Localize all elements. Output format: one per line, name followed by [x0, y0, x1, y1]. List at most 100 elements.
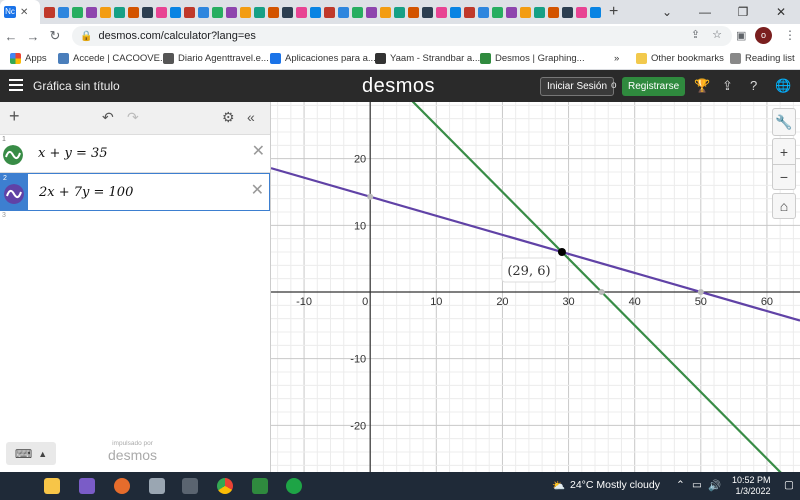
- tab-favicon[interactable]: [184, 6, 195, 18]
- tab-favicon[interactable]: [352, 6, 363, 18]
- add-item-icon[interactable]: +: [9, 106, 20, 127]
- tab-favicon[interactable]: [198, 6, 209, 18]
- tab-favicon[interactable]: [590, 6, 601, 18]
- address-bar[interactable]: 🔒 desmos.com/calculator?lang=es ⇪ ☆: [72, 26, 732, 46]
- expression-row[interactable]: 1 x + y = 35 ✕: [0, 135, 270, 173]
- tab-favicon[interactable]: [296, 6, 307, 18]
- tab-favicon[interactable]: [310, 6, 321, 18]
- tab-favicon[interactable]: [58, 6, 69, 18]
- maximize-button[interactable]: ❐: [724, 0, 762, 24]
- browser-menu-icon[interactable]: ⋮: [784, 28, 796, 42]
- taskbar-clock[interactable]: 10:52 PM 1/3/2022: [732, 475, 771, 497]
- reload-icon[interactable]: ↻: [44, 28, 66, 44]
- reading-list[interactable]: Reading list: [730, 53, 795, 64]
- calculator-icon[interactable]: [182, 478, 198, 494]
- tab-favicon[interactable]: [366, 6, 377, 18]
- tab-favicon[interactable]: [506, 6, 517, 18]
- tab-favicon[interactable]: [86, 6, 97, 18]
- tab-favicon[interactable]: [100, 6, 111, 18]
- forward-icon[interactable]: →: [22, 29, 44, 44]
- network-icon[interactable]: ▭: [692, 479, 702, 491]
- zoom-out-button[interactable]: −: [773, 165, 795, 190]
- share-icon[interactable]: ⇪: [722, 78, 733, 94]
- graph-svg[interactable]: -10 0 10 20 30 40 50 60 -20 -10 10 20 (29, 6): [271, 102, 800, 472]
- keyboard-toggle-button[interactable]: ⌨ ▲: [6, 442, 56, 465]
- back-icon[interactable]: ←: [0, 29, 22, 44]
- tab-favicon[interactable]: [464, 6, 475, 18]
- tab-favicon[interactable]: [408, 6, 419, 18]
- bookmark-apps[interactable]: Apps: [10, 53, 47, 64]
- tab-favicon[interactable]: [44, 6, 55, 18]
- home-icon[interactable]: ⌂: [772, 193, 796, 219]
- tab-favicon[interactable]: [240, 6, 251, 18]
- minimize-button[interactable]: —: [686, 0, 724, 24]
- graph-canvas[interactable]: -10 0 10 20 30 40 50 60 -20 -10 10 20 (29, 6) 🔧 + − …: [271, 102, 800, 472]
- tab-favicon[interactable]: [562, 6, 573, 18]
- tab-favicon[interactable]: [338, 6, 349, 18]
- tab-favicon[interactable]: [576, 6, 587, 18]
- chevron-down-icon[interactable]: ⌄: [648, 0, 686, 24]
- bookmark-item[interactable]: Yaam - Strandbar a...: [375, 53, 480, 64]
- url-text[interactable]: desmos.com/calculator?lang=es: [98, 30, 255, 42]
- app-icon[interactable]: [252, 478, 268, 494]
- tab-favicon[interactable]: [380, 6, 391, 18]
- tab-favicon[interactable]: [324, 6, 335, 18]
- active-tab[interactable]: Nc ✕: [0, 0, 40, 24]
- share-icon[interactable]: ⇪: [691, 28, 700, 41]
- tab-favicon[interactable]: [212, 6, 223, 18]
- close-window-button[interactable]: ✕: [762, 0, 800, 24]
- tab-favicon[interactable]: [534, 6, 545, 18]
- collapse-panel-icon[interactable]: «: [247, 109, 255, 125]
- graph-color-toggle-icon[interactable]: [3, 145, 23, 165]
- tab-favicon[interactable]: [548, 6, 559, 18]
- media-player-icon[interactable]: [79, 478, 95, 494]
- settings-gear-icon[interactable]: ⚙: [222, 109, 235, 126]
- tab-favicon[interactable]: [142, 6, 153, 18]
- upwork-icon[interactable]: [286, 478, 302, 494]
- profile-avatar[interactable]: o: [755, 27, 772, 44]
- tab-favicon[interactable]: [114, 6, 125, 18]
- language-icon[interactable]: 🌐: [775, 78, 791, 94]
- tab-favicon[interactable]: [128, 6, 139, 18]
- undo-icon[interactable]: ↶: [102, 109, 114, 126]
- notification-icon[interactable]: ▢: [784, 479, 794, 491]
- tab-favicon[interactable]: [226, 6, 237, 18]
- redo-icon[interactable]: ↷: [127, 109, 139, 126]
- login-button[interactable]: Iniciar Sesión: [540, 77, 615, 96]
- graph-settings-wrench-icon[interactable]: 🔧: [772, 108, 796, 136]
- bookmark-item[interactable]: Diario Agenttravel.e...: [163, 53, 269, 64]
- tab-favicon[interactable]: [492, 6, 503, 18]
- tray-overflow-icon[interactable]: ⌃: [676, 479, 685, 491]
- tab-favicon[interactable]: [72, 6, 83, 18]
- bookmark-item[interactable]: Aplicaciones para a...: [270, 53, 376, 64]
- expression-row-selected[interactable]: 2 2x + 7y = 100 ✕: [0, 173, 270, 211]
- expression-latex[interactable]: 2x + 7y = 100: [39, 185, 133, 200]
- expression-row-empty[interactable]: 3: [0, 211, 270, 229]
- tab-favicon[interactable]: [436, 6, 447, 18]
- zoom-in-button[interactable]: +: [773, 139, 795, 165]
- expression-latex[interactable]: x + y = 35: [38, 146, 108, 161]
- weather-icon[interactable]: ⛅: [552, 479, 565, 492]
- tab-favicon[interactable]: [520, 6, 531, 18]
- tab-favicon[interactable]: [450, 6, 461, 18]
- tab-favicon[interactable]: [422, 6, 433, 18]
- tab-favicon[interactable]: [156, 6, 167, 18]
- tab-favicon[interactable]: [394, 6, 405, 18]
- new-tab-button[interactable]: +: [609, 3, 618, 21]
- trophy-icon[interactable]: 🏆: [694, 78, 710, 94]
- bookmarks-overflow-button[interactable]: »: [614, 53, 619, 64]
- tab-close-icon[interactable]: ✕: [20, 7, 28, 18]
- tab-favicon[interactable]: [170, 6, 181, 18]
- app-icon[interactable]: [149, 478, 165, 494]
- tab-favicon[interactable]: [254, 6, 265, 18]
- file-explorer-icon[interactable]: [44, 478, 60, 494]
- tab-favicon-row[interactable]: [40, 6, 601, 18]
- hamburger-menu-icon[interactable]: [9, 79, 23, 94]
- other-bookmarks[interactable]: Other bookmarks: [636, 53, 724, 64]
- weather-status[interactable]: 24°C Mostly cloudy: [570, 479, 660, 491]
- tab-favicon[interactable]: [478, 6, 489, 18]
- firefox-icon[interactable]: [114, 478, 130, 494]
- delete-expression-icon[interactable]: ✕: [252, 141, 265, 161]
- tab-favicon[interactable]: [282, 6, 293, 18]
- bookmark-star-icon[interactable]: ☆: [712, 28, 722, 41]
